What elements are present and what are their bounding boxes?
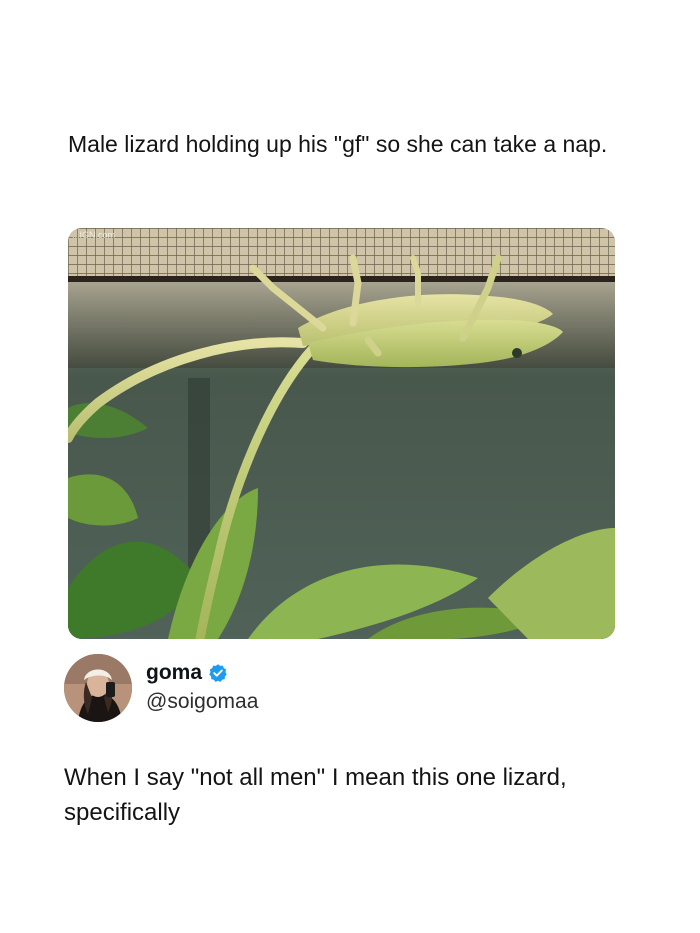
image-watermark: ...IGN.com bbox=[72, 230, 115, 240]
lizard-photo[interactable]: ...IGN.com bbox=[68, 228, 615, 639]
user-handle[interactable]: @soigomaa bbox=[146, 690, 258, 714]
display-name[interactable]: goma bbox=[146, 661, 202, 685]
post-caption: Male lizard holding up his "gf" so she c… bbox=[68, 131, 608, 157]
tweet-author[interactable]: goma @soigomaa bbox=[64, 654, 464, 722]
verified-check-badge-icon bbox=[208, 663, 228, 683]
tweet-text: When I say "not all men" I mean this one… bbox=[64, 764, 567, 826]
author-names: goma @soigomaa bbox=[146, 660, 258, 714]
avatar[interactable] bbox=[64, 654, 132, 722]
